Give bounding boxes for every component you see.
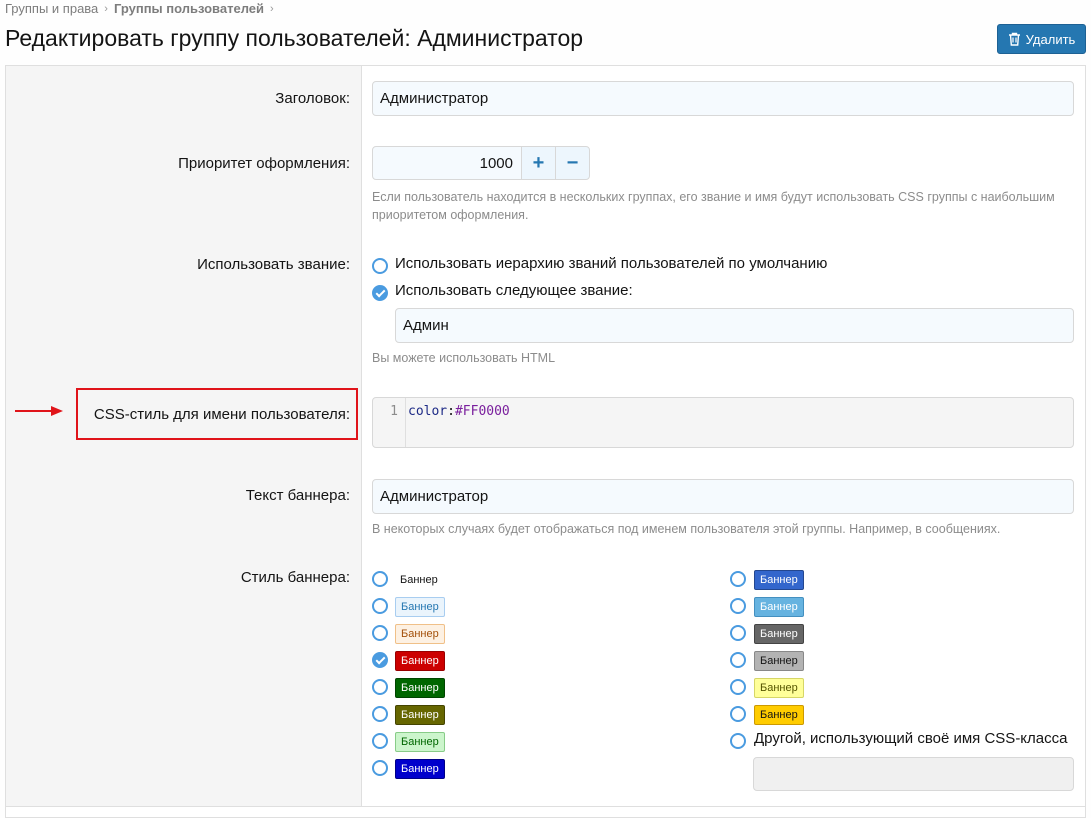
- code-line: color:#FF0000: [408, 404, 510, 419]
- delete-button[interactable]: Удалить: [997, 24, 1086, 54]
- banner-preview-green[interactable]: Баннер: [395, 678, 445, 698]
- css-code-editor[interactable]: 1 color:#FF0000: [372, 397, 1074, 448]
- priority-hint: Если пользователь находится в нескольких…: [372, 190, 1055, 222]
- banner-style-radio[interactable]: [730, 598, 746, 614]
- rank-input[interactable]: Админ: [395, 308, 1074, 343]
- delete-button-label: Удалить: [1025, 31, 1076, 47]
- priority-decrement-button[interactable]: −: [555, 146, 590, 180]
- banner-style-radio[interactable]: [730, 706, 746, 722]
- banner-text-hint: В некоторых случаях будет отображаться п…: [372, 522, 1001, 536]
- banner-text-label: Текст баннера:: [245, 487, 350, 504]
- rank-custom-radio[interactable]: [372, 285, 388, 301]
- banner-preview-sky-blue[interactable]: Баннер: [754, 597, 804, 617]
- banner-style-radio[interactable]: [730, 733, 746, 749]
- banner-preview-red[interactable]: Баннер: [395, 651, 445, 671]
- banner-other-class-label[interactable]: Другой, использующий своё имя CSS-класса: [754, 730, 1067, 747]
- title-label: Заголовок:: [275, 90, 350, 107]
- css-value: #FF0000: [454, 404, 510, 419]
- banner-style-radio[interactable]: [372, 571, 388, 587]
- banner-style-radio-selected[interactable]: [372, 652, 388, 668]
- banner-style-radio[interactable]: [372, 598, 388, 614]
- banner-style-radio[interactable]: [730, 679, 746, 695]
- rank-default-radio[interactable]: [372, 258, 388, 274]
- chevron-right-icon: ›: [270, 2, 274, 15]
- priority-input[interactable]: 1000: [372, 146, 522, 180]
- banner-style-radio[interactable]: [372, 625, 388, 641]
- chevron-right-icon: ›: [104, 2, 108, 15]
- banner-preview-gold[interactable]: Баннер: [754, 705, 804, 725]
- css-colon: :: [447, 404, 455, 419]
- banner-style-label: Стиль баннера:: [240, 569, 350, 586]
- page-title: Редактировать группу пользователей: Адми…: [5, 25, 584, 51]
- banner-preview-light-yellow[interactable]: Баннер: [754, 678, 804, 698]
- banner-preview-olive[interactable]: Баннер: [395, 705, 445, 725]
- banner-preview-royal-blue[interactable]: Баннер: [754, 570, 804, 590]
- edit-form-panel: Заголовок: Администратор Приоритет оформ…: [5, 65, 1086, 818]
- annotation-arrow-icon: [15, 406, 63, 416]
- rank-hint: Вы можете использовать HTML: [372, 351, 556, 365]
- banner-preview-dark-gray[interactable]: Баннер: [754, 624, 804, 644]
- banner-style-radio[interactable]: [372, 760, 388, 776]
- rank-label: Использовать звание:: [197, 256, 350, 273]
- breadcrumb-link-groups-and-rights[interactable]: Группы и права: [5, 1, 98, 16]
- banner-preview-plain[interactable]: Баннер: [395, 571, 443, 589]
- banner-style-radio[interactable]: [372, 706, 388, 722]
- banner-style-radio[interactable]: [730, 625, 746, 641]
- priority-increment-button[interactable]: +: [521, 146, 556, 180]
- banner-style-radio[interactable]: [372, 733, 388, 749]
- rank-custom-option-label[interactable]: Использовать следующее звание:: [395, 282, 633, 299]
- banner-preview-light-green[interactable]: Баннер: [395, 732, 445, 752]
- banner-preview-light-gray[interactable]: Баннер: [754, 651, 804, 671]
- trash-icon: [1008, 32, 1020, 46]
- banner-custom-class-input[interactable]: [753, 757, 1074, 791]
- banner-preview-blue[interactable]: Баннер: [395, 759, 445, 779]
- banner-style-radio[interactable]: [730, 571, 746, 587]
- form-footer-divider: [6, 806, 1085, 807]
- css-property: color: [408, 404, 448, 419]
- breadcrumb: Группы и права › Группы пользователей ›: [5, 1, 274, 16]
- code-line-number: 1: [373, 398, 406, 447]
- breadcrumb-link-user-groups[interactable]: Группы пользователей: [114, 1, 264, 16]
- banner-style-radio[interactable]: [372, 679, 388, 695]
- title-input[interactable]: Администратор: [372, 81, 1074, 116]
- banner-preview-light-orange[interactable]: Баннер: [395, 624, 445, 644]
- annotation-highlight-box: [76, 388, 358, 440]
- banner-text-input[interactable]: Администратор: [372, 479, 1074, 514]
- banner-style-radio[interactable]: [730, 652, 746, 668]
- priority-label: Приоритет оформления:: [178, 155, 350, 172]
- rank-default-option-label[interactable]: Использовать иерархию званий пользовател…: [395, 255, 827, 272]
- banner-preview-light-blue[interactable]: Баннер: [395, 597, 445, 617]
